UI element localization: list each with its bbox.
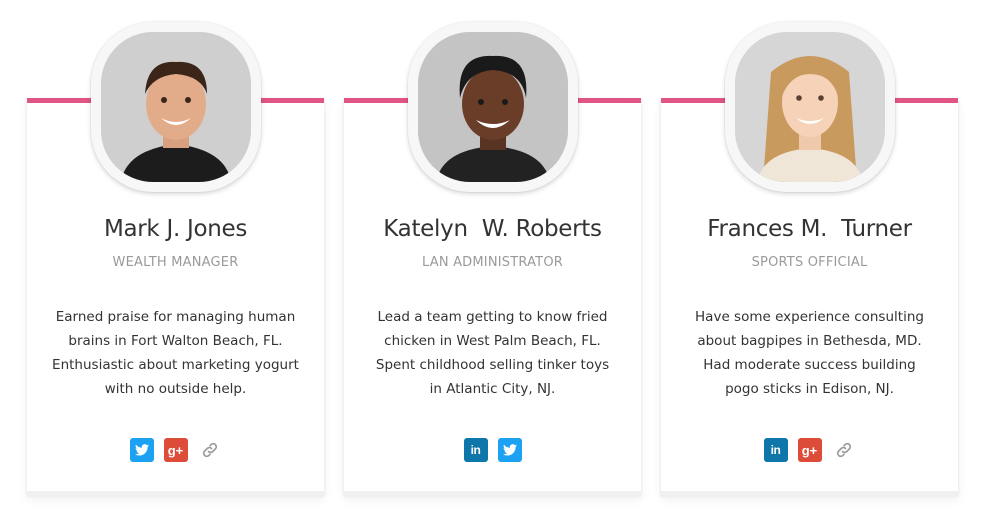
member-name: Mark J. Jones — [103, 216, 248, 242]
card-footer-bar — [27, 491, 324, 497]
member-name: Frances M. Turner — [707, 216, 912, 242]
avatar — [100, 32, 251, 182]
bio-line: Enthusiastic about marketing yogurt — [52, 357, 299, 373]
social-links: in — [344, 438, 641, 462]
member-role: SPORTS OFFICIAL — [751, 255, 868, 270]
bio-line: Lead a team getting to know fried — [377, 309, 608, 325]
member-role: LAN ADMINISTRATOR — [422, 255, 563, 270]
social-links: in g+ — [661, 438, 958, 462]
linkedin-icon[interactable]: in — [463, 438, 488, 462]
card-footer-bar — [661, 491, 958, 497]
linkedin-icon[interactable]: in — [763, 438, 788, 462]
card-footer-bar — [344, 491, 641, 497]
team-card-katelyn: Katelyn W. Roberts LAN ADMINISTRATOR Lea… — [344, 22, 641, 497]
member-name: Katelyn W. Roberts — [383, 216, 602, 242]
twitter-icon[interactable] — [129, 438, 154, 462]
link-icon[interactable] — [198, 438, 222, 462]
bio-line: Spent childhood selling tinker toys — [375, 357, 610, 373]
bio-line: Have some experience consulting — [695, 309, 924, 325]
team-card-mark: Mark J. Jones WEALTH MANAGER Earned prai… — [27, 22, 324, 497]
bio-line: Had moderate success building — [703, 357, 916, 373]
avatar-frame — [90, 22, 261, 192]
twitter-icon[interactable] — [497, 438, 522, 462]
bio-line: pogo sticks in Edison, NJ. — [725, 381, 894, 397]
member-bio: Have some experience consulting about ba… — [681, 305, 938, 401]
link-icon[interactable] — [832, 438, 856, 462]
member-role: WEALTH MANAGER — [112, 255, 239, 270]
bio-line: about bagpipes in Bethesda, MD. — [697, 333, 922, 349]
bio-line: Earned praise for managing human — [55, 309, 296, 325]
member-bio: Lead a team getting to know fried chicke… — [364, 305, 621, 401]
bio-line: in Atlantic City, NJ. — [429, 381, 556, 397]
avatar — [417, 32, 568, 182]
google-plus-icon[interactable]: g+ — [163, 438, 188, 462]
social-links: g+ — [27, 438, 324, 462]
bio-line: with no outside help. — [104, 381, 247, 397]
avatar-frame — [407, 22, 578, 192]
bio-line: chicken in West Palm Beach, FL. — [384, 333, 601, 349]
avatar — [734, 32, 885, 182]
avatar-frame — [724, 22, 895, 192]
member-bio: Earned praise for managing human brains … — [47, 305, 304, 401]
bio-line: brains in Fort Walton Beach, FL. — [68, 333, 283, 349]
google-plus-icon[interactable]: g+ — [797, 438, 822, 462]
team-card-frances: Frances M. Turner SPORTS OFFICIAL Have s… — [661, 22, 958, 497]
